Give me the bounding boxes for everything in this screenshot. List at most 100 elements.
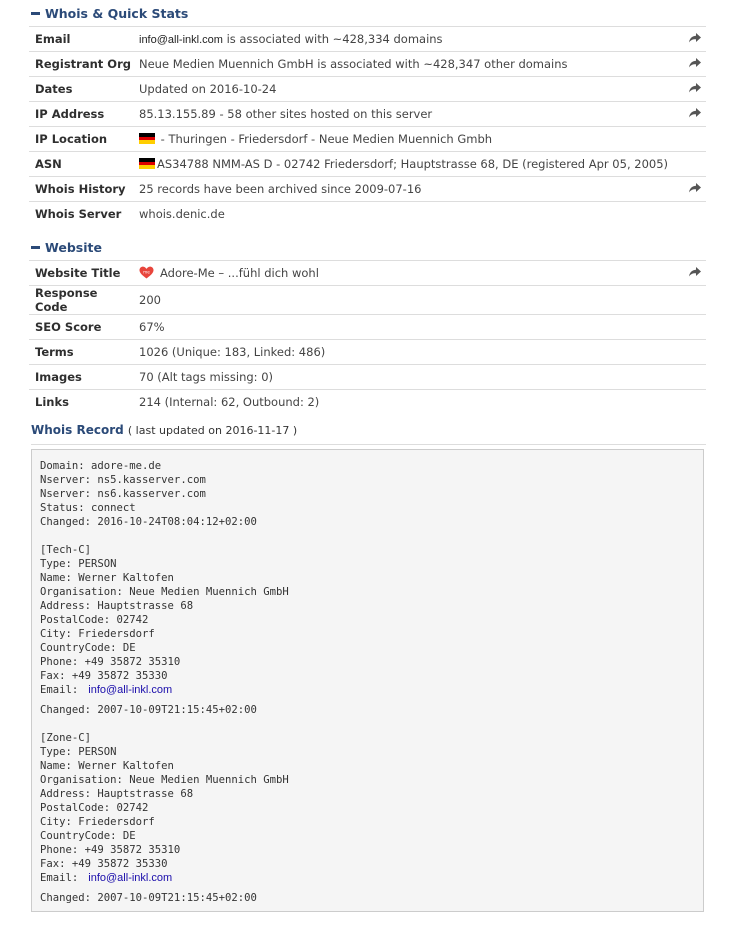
record-line: Nserver: ns6.kasserver.com [40,487,695,501]
record-line-text: Changed: 2007-10-09T21:15:45+02:00 [40,892,257,904]
germany-flag-icon [139,158,155,169]
share-icon[interactable] [688,107,702,119]
record-line-text: [Tech-C] [40,544,92,556]
email-link[interactable]: info@all-inkl.com [88,872,172,884]
divider [31,444,706,445]
row-value-text: 1026 (Unique: 183, Linked: 486) [139,345,326,359]
record-line-text: PostalCode: 02742 [40,802,149,814]
row-value: info@all-inkl.com is associated with ~42… [133,27,678,52]
row-value: - Thuringen - Friedersdorf - Neue Medien… [133,127,678,152]
row-value: 85.13.155.89 - 58 other sites hosted on … [133,102,678,127]
record-line-text: Email: [40,684,79,696]
record-line-text: Organisation: Neue Medien Muennich GmbH [40,586,289,598]
whois-stats-table: Email info@all-inkl.com is associated wit… [29,26,706,227]
row-action [678,340,706,365]
row-value: AS34788 NMM-AS D - 02742 Friedersdorf; H… [133,152,678,177]
table-row: Terms 1026 (Unique: 183, Linked: 486) [29,339,706,365]
record-line: PostalCode: 02742 [40,613,695,627]
table-row: Dates Updated on 2016-10-24 [29,76,706,102]
record-line: Type: PERSON [40,557,695,571]
record-line: Fax: +49 35872 35330 [40,857,695,871]
row-value-text: 25 records have been archived since 2009… [139,182,422,196]
whois-record-heading: Whois Record ( last updated on 2016-11-1… [31,423,297,437]
collapse-icon[interactable] [31,245,40,249]
whois-section-header[interactable]: Whois & Quick Stats [31,4,188,22]
record-line: Status: connect [40,501,695,515]
table-row: Links 214 (Internal: 62, Outbound: 2) [29,389,706,415]
row-action[interactable] [678,102,706,127]
record-line-text: Nserver: ns6.kasserver.com [40,488,206,500]
whois-record-title: Whois Record [31,423,124,437]
share-icon[interactable] [688,182,702,194]
table-row: Whois History 25 records have been archiv… [29,176,706,202]
table-row: IP Location - Thuringen - Friedersdorf -… [29,126,706,152]
table-row: SEO Score 67% [29,314,706,340]
row-value-text: 214 (Internal: 62, Outbound: 2) [139,395,320,409]
share-icon[interactable] [688,32,702,44]
record-line: Changed: 2016-10-24T08:04:12+02:00 [40,515,695,529]
row-value-text: whois.denic.de [139,207,225,221]
record-line: Name: Werner Kaltofen [40,571,695,585]
record-line: Email: info@all-inkl.com [40,871,695,891]
svg-text:me: me [143,270,150,275]
record-line-text: Nserver: ns5.kasserver.com [40,474,206,486]
record-line-text: Type: PERSON [40,558,117,570]
record-line-text: Status: connect [40,502,136,514]
row-value: 214 (Internal: 62, Outbound: 2) [133,390,678,415]
row-value: Neue Medien Muennich GmbH is associated … [133,52,678,77]
record-line-text: Changed: 2016-10-24T08:04:12+02:00 [40,516,257,528]
record-line-text: City: Friedersdorf [40,816,155,828]
table-row: Images 70 (Alt tags missing: 0) [29,364,706,390]
table-row: ASN AS34788 NMM-AS D - 02742 Friedersdorf… [29,151,706,177]
website-stats-table: Website Title me Adore-Me – ...fühl dich w… [29,260,706,415]
row-action [678,365,706,390]
row-action [678,390,706,415]
record-line: Organisation: Neue Medien Muennich GmbH [40,585,695,599]
row-action[interactable] [678,177,706,202]
row-action [678,127,706,152]
record-line-text: City: Friedersdorf [40,628,155,640]
record-line: Address: Hauptstrasse 68 [40,599,695,613]
row-action [678,202,706,227]
record-line: PostalCode: 02742 [40,801,695,815]
row-value: 25 records have been archived since 2009… [133,177,678,202]
record-line-text: Domain: adore-me.de [40,460,162,472]
row-label: Website Title [35,266,121,280]
row-action[interactable] [678,261,706,286]
record-line: [Tech-C] [40,543,695,557]
record-line: Address: Hauptstrasse 68 [40,787,695,801]
row-value-text: Updated on 2016-10-24 [139,82,277,96]
whois-section-title: Whois & Quick Stats [45,5,189,21]
share-icon[interactable] [688,82,702,94]
record-line: City: Friedersdorf [40,627,695,641]
row-value: 70 (Alt tags missing: 0) [133,365,678,390]
row-label: ASN [35,157,62,171]
table-row: Website Title me Adore-Me – ...fühl dich w… [29,260,706,286]
record-line: [Zone-C] [40,731,695,745]
row-label: Whois History [35,182,126,196]
record-line: Phone: +49 35872 35310 [40,843,695,857]
email-link[interactable]: info@all-inkl.com [88,684,172,696]
row-label: Terms [35,345,74,359]
row-value: Updated on 2016-10-24 [133,77,678,102]
row-action[interactable] [678,27,706,52]
collapse-icon[interactable] [31,11,40,15]
row-action [678,315,706,340]
heart-icon: me [139,266,154,279]
row-action[interactable] [678,52,706,77]
registrant-email[interactable]: info@all-inkl.com [139,34,223,46]
row-action[interactable] [678,77,706,102]
row-value-text: 200 [139,293,161,307]
row-value-text: - Thuringen - Friedersdorf - Neue Medien… [157,132,493,146]
record-line: Organisation: Neue Medien Muennich GmbH [40,773,695,787]
row-value: 67% [133,315,678,340]
row-value-text: is associated with ~428,334 domains [222,32,443,46]
share-icon[interactable] [688,266,702,278]
record-line-text: Type: PERSON [40,746,117,758]
share-icon[interactable] [688,57,702,69]
record-line: Phone: +49 35872 35310 [40,655,695,669]
row-label: Dates [35,82,73,96]
row-label: Links [35,395,69,409]
record-line-text: Fax: +49 35872 35330 [40,858,168,870]
website-section-header[interactable]: Website [31,238,102,256]
